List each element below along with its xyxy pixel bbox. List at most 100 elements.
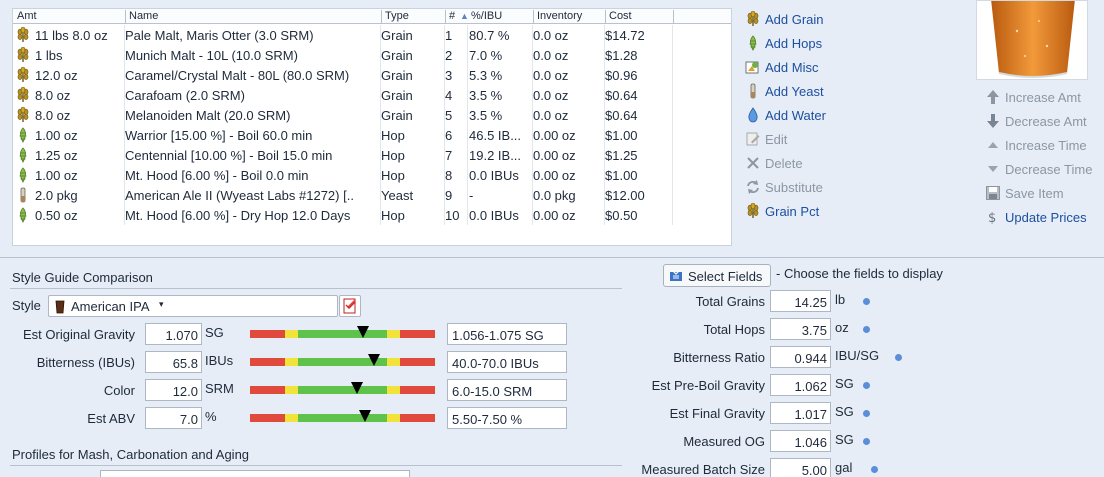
gauge-unit: SRM [205,381,234,396]
cost-cell: $1.00 [605,128,638,143]
style-range-bar [250,386,435,394]
amt-cell: 8.0 oz [35,108,71,123]
field-value: 1.017 [770,402,831,424]
table-row[interactable]: 1.25 oz Centennial [10.00 %] - Boil 15.0 … [13,145,731,165]
pct-ibu-cell: 19.2 IB... [469,148,522,163]
style-edit-button[interactable] [339,295,361,317]
style-range-bar [250,330,435,338]
number-cell: 4 [445,88,453,103]
type-cell: Hop [381,128,405,143]
hop-icon [15,127,31,143]
hop-icon [15,147,31,163]
name-cell: Pale Malt, Maris Otter (3.0 SRM) [125,28,314,43]
table-row[interactable]: 1 lbs Munich Malt - 10L (10.0 SRM) Grain 2 7… [13,45,731,65]
inventory-cell: 0.00 oz [533,168,576,183]
field-label: Measured OG [683,434,765,449]
table-row[interactable]: 11 lbs 8.0 oz Pale Malt, Maris Otter (3.0… [13,25,731,45]
col-header-amt[interactable]: Amt [17,10,37,22]
col-header-name[interactable]: Name [125,10,158,23]
cost-cell: $1.00 [605,168,638,183]
col-header-cost[interactable]: Cost [605,10,632,23]
col-header-inventory[interactable]: Inventory [533,10,582,23]
number-cell: 9 [445,188,453,203]
amt-cell: 1.00 oz [35,128,78,143]
hop-icon [15,207,31,223]
number-cell: 2 [445,48,453,63]
substitute-arrows-icon [745,179,761,195]
gauge-value: 1.070 [145,323,202,345]
name-cell: Centennial [10.00 %] - Boil 15.0 min [125,148,333,163]
field-label: Est Final Gravity [669,406,765,421]
yeast-icon [15,187,31,203]
table-row[interactable]: 0.50 oz Mt. Hood [6.00 %] - Dry Hop 12.0 … [13,205,731,225]
select-fields-button[interactable]: Select Fields [663,264,771,287]
col-header-num[interactable]: # [445,10,455,23]
ingredient-table[interactable]: Amt Name Type # ▲ %/IBU Inventory Cost 1… [12,8,732,246]
field-unit: IBU/SG [835,348,880,363]
pct-ibu-cell: 7.0 % [469,48,503,63]
amt-cell: 11 lbs 8.0 oz [35,28,108,43]
style-range-bar [250,358,435,366]
amt-cell: 1.00 oz [35,168,78,183]
action-label: Decrease Amt [1005,114,1087,129]
hop-icon [15,167,31,183]
field-value: 3.75 [770,318,831,340]
gauge-label: Color [103,383,135,398]
col-header-type[interactable]: Type [381,10,409,23]
pct-ibu-cell: - [469,188,474,203]
gauge-marker-icon [351,382,364,394]
gauge-value: 12.0 [145,379,202,401]
action-label: Edit [765,132,788,147]
field-info-dot-icon[interactable] [863,438,870,445]
mash-profile-select[interactable] [100,470,410,477]
table-row[interactable]: 12.0 oz Caramel/Crystal Malt - 80L (80.0 … [13,65,731,85]
field-info-dot-icon[interactable] [895,354,902,361]
table-row[interactable]: 2.0 pkg American Ale II (Wyeast Labs #127… [13,185,731,205]
profiles-title: Profiles for Mash, Carbonation and Aging [12,447,250,462]
pct-ibu-cell: 0.0 IBUs [469,208,519,223]
field-value: 0.944 [770,346,831,368]
section-divider [0,257,1104,258]
name-cell: Mt. Hood [6.00 %] - Dry Hop 12.0 Days [125,208,351,223]
field-info-dot-icon[interactable] [863,326,870,333]
table-row[interactable]: 1.00 oz Mt. Hood [6.00 %] - Boil 0.0 min H… [13,165,731,185]
water-drop-icon [745,107,761,123]
cost-cell: $14.72 [605,28,645,43]
cost-cell: $12.00 [605,188,645,203]
section-underline [10,465,622,466]
col-header-pct[interactable]: %/IBU [468,10,502,23]
yeast-icon [745,83,761,99]
field-unit: SG [835,404,854,419]
type-cell: Grain [381,28,413,43]
field-label: Total Grains [695,294,765,309]
grain-icon [15,47,31,63]
table-row[interactable]: 8.0 oz Melanoiden Malt (20.0 SRM) Grain 5 3.… [13,105,731,125]
dropdown-caret-icon: ▾ [159,299,164,309]
table-row[interactable]: 1.00 oz Warrior [15.00 %] - Boil 60.0 min… [13,125,731,145]
style-select[interactable]: American IPA ▾ [48,295,338,317]
amt-cell: 8.0 oz [35,88,71,103]
amt-cell: 2.0 pkg [35,188,78,203]
table-row[interactable]: 8.0 oz Carafoam (2.0 SRM) Grain 4 3.5 % 0.0 o… [13,85,731,105]
type-cell: Grain [381,108,413,123]
field-info-dot-icon[interactable] [871,466,878,473]
field-info-dot-icon[interactable] [863,298,870,305]
action-label: Increase Amt [1005,90,1081,105]
grain-icon [745,202,761,219]
inventory-cell: 0.00 oz [533,148,576,163]
field-info-dot-icon[interactable] [863,382,870,389]
cost-cell: $0.50 [605,208,638,223]
choose-fields-hint: - Choose the fields to display [776,266,943,281]
action-label: Add Grain [765,12,824,27]
number-cell: 7 [445,148,453,163]
name-cell: Melanoiden Malt (20.0 SRM) [125,108,291,123]
type-cell: Hop [381,168,405,183]
type-cell: Hop [381,208,405,223]
inventory-cell: 0.00 oz [533,128,576,143]
field-info-dot-icon[interactable] [863,410,870,417]
gauge-unit: % [205,409,217,424]
action-label: Increase Time [1005,138,1087,153]
number-cell: 8 [445,168,453,183]
field-value: 5.00 [770,458,831,477]
pct-ibu-cell: 80.7 % [469,28,510,43]
